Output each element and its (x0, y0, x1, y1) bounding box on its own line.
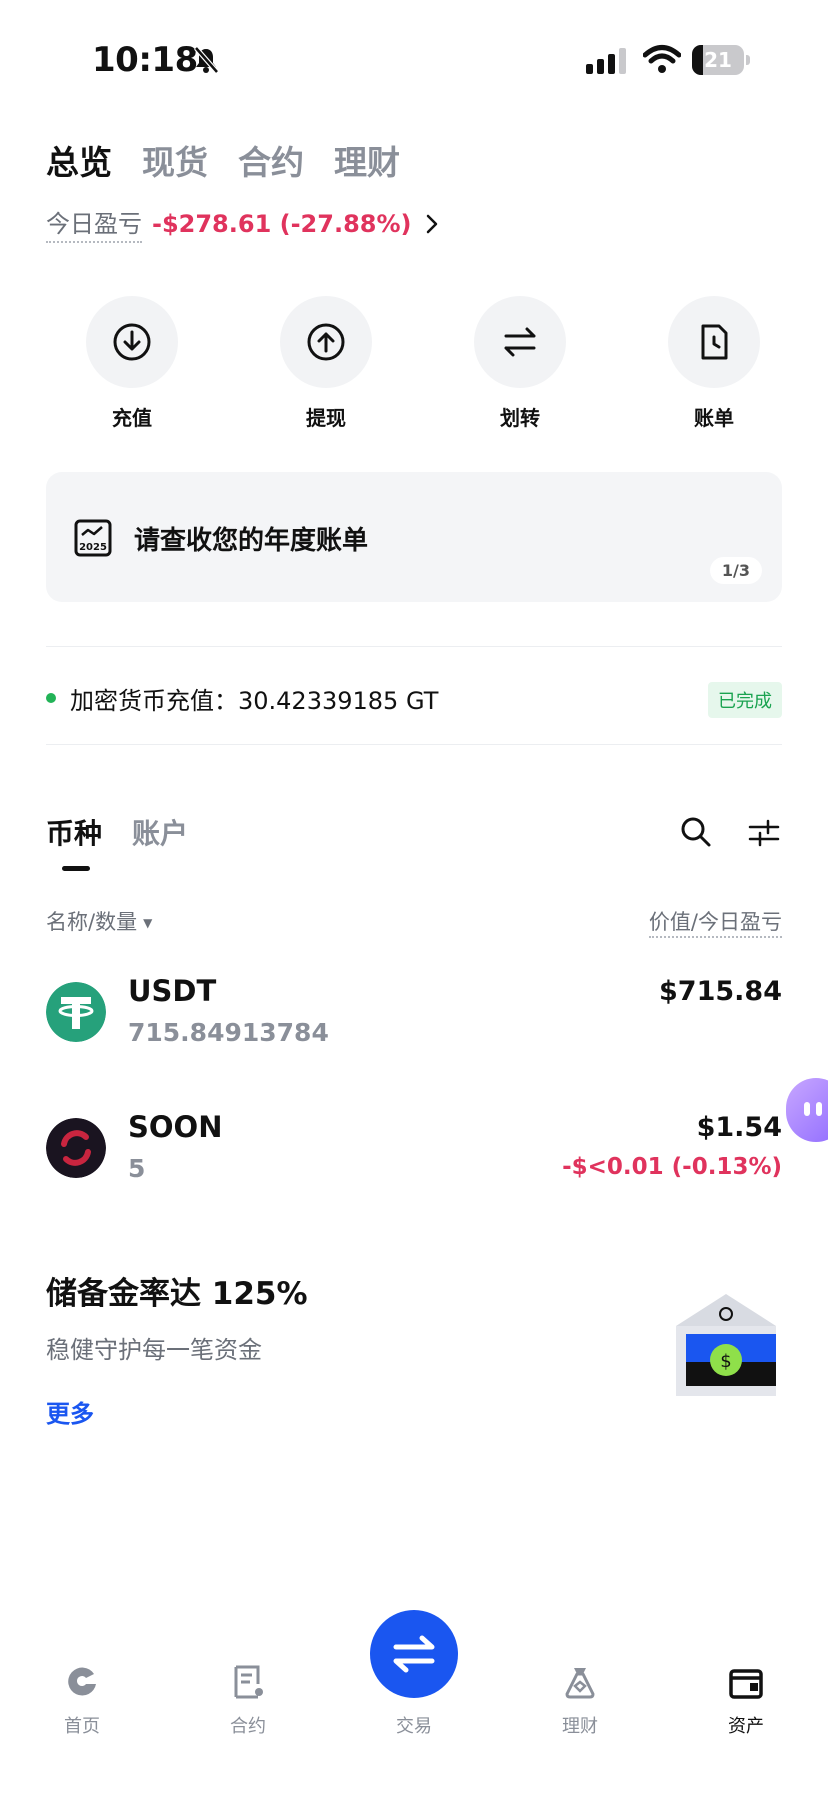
deposit-notice-text: 加密货币充值：30.42339185 GT (70, 686, 439, 715)
deposit-icon (113, 323, 151, 361)
bell-off-icon (194, 46, 219, 74)
banner-pager: 1/3 (709, 557, 762, 584)
today-pnl-label[interactable]: 今日盈亏 (46, 204, 142, 243)
annual-report-icon: 2025 (74, 519, 112, 557)
transfer-icon-circle[interactable] (474, 296, 566, 388)
wallet-icon (729, 1669, 763, 1699)
coin-quantity: 715.84913784 (128, 1018, 329, 1047)
status-dot (46, 693, 56, 703)
nav-home[interactable]: 首页 (32, 1664, 132, 1738)
divider (46, 744, 782, 745)
coin-name: USDT (128, 974, 217, 1008)
battery-body: 21 (692, 45, 744, 75)
trade-button[interactable] (370, 1610, 458, 1698)
earn-icon (565, 1668, 595, 1699)
tab-currency[interactable]: 币种 (46, 812, 102, 871)
nav-assets[interactable]: 资产 (696, 1664, 796, 1738)
sort-by-name[interactable]: 名称/数量 ▼ (46, 906, 152, 936)
coin-pnl: -$<0.01 (-0.13%) (562, 1154, 782, 1180)
futures-icon (234, 1665, 263, 1699)
nav-home-label: 首页 (64, 1716, 100, 1737)
tab-earn[interactable]: 理财 (334, 136, 400, 184)
sort-caret-icon: ▼ (143, 916, 153, 930)
status-badge: 已完成 (708, 682, 782, 718)
list-item[interactable]: SOON 5 $1.54 -$<0.01 (-0.13%) (46, 1110, 782, 1210)
bill-button[interactable]: 账单 (664, 296, 764, 431)
bubble-eye-left (804, 1102, 810, 1116)
bubble-eye-right (816, 1102, 822, 1116)
search-icon[interactable] (680, 816, 712, 848)
nav-futures-label: 合约 (230, 1716, 266, 1737)
coin-value: $1.54 (696, 1112, 782, 1143)
soon-logo-icon (46, 1118, 106, 1178)
transfer-icon (504, 327, 536, 357)
reserve-title: 储备金率达 125% (46, 1276, 308, 1312)
withdraw-icon-circle[interactable] (280, 296, 372, 388)
tab-futures[interactable]: 合约 (238, 136, 304, 184)
withdraw-label: 提现 (306, 406, 346, 430)
value-pnl-header[interactable]: 价值/今日盈亏 (648, 906, 782, 938)
status-bar: 10:18 21 (0, 0, 828, 120)
reserve-subtitle: 稳健守护每一笔资金 (46, 1336, 262, 1364)
tab-overview[interactable]: 总览 (46, 136, 112, 184)
annual-bill-text: 请查收您的年度账单 (134, 526, 369, 556)
battery-indicator: 21 (692, 45, 750, 75)
cellular-signal-icon (586, 48, 626, 74)
assistant-bubble[interactable] (786, 1078, 828, 1142)
deposit-button[interactable]: 充值 (82, 296, 182, 431)
usdt-logo-icon (46, 982, 106, 1042)
chevron-right-icon[interactable] (426, 214, 438, 234)
annual-report-year: 2025 (79, 542, 107, 553)
today-pnl-value: -$278.61 (-27.88%) (152, 209, 412, 238)
tab-spot[interactable]: 现货 (142, 136, 208, 184)
name-quantity-header: 名称/数量 (46, 910, 138, 934)
divider (46, 646, 782, 647)
status-time: 10:18 (92, 40, 198, 80)
transfer-button[interactable]: 划转 (470, 296, 570, 431)
annual-bill-banner[interactable]: 2025 请查收您的年度账单 1/3 (46, 472, 782, 602)
nav-assets-label: 资产 (728, 1716, 764, 1737)
deposit-icon-circle[interactable] (86, 296, 178, 388)
list-item[interactable]: USDT 715.84913784 $715.84 (46, 974, 782, 1074)
coin-value: $715.84 (659, 976, 782, 1007)
coin-name: SOON (128, 1110, 223, 1144)
bill-icon (701, 324, 728, 360)
filter-icon[interactable] (748, 818, 780, 848)
bill-icon-circle[interactable] (668, 296, 760, 388)
nav-trade-label: 交易 (396, 1716, 432, 1737)
top-tabs: 总览 现货 合约 理财 (46, 136, 400, 184)
bill-label: 账单 (694, 406, 734, 430)
battery-percent: 21 (704, 48, 732, 72)
home-icon (68, 1667, 96, 1696)
svg-text:$: $ (720, 1351, 731, 1372)
tab-account[interactable]: 账户 (132, 812, 188, 852)
asset-tabs: 币种 账户 (46, 812, 188, 871)
quick-actions: 充值 提现 划转 账单 (40, 296, 788, 431)
coin-quantity: 5 (128, 1154, 146, 1183)
deposit-label: 充值 (112, 406, 152, 430)
transfer-label: 划转 (500, 406, 540, 430)
today-pnl-row[interactable]: 今日盈亏 -$278.61 (-27.88%) (46, 204, 438, 243)
nav-futures[interactable]: 合约 (198, 1664, 298, 1738)
battery-tip (746, 55, 750, 65)
nav-earn-label: 理财 (562, 1716, 598, 1737)
deposit-notice[interactable]: 加密货币充值：30.42339185 GT 已完成 (46, 678, 782, 718)
nav-earn[interactable]: 理财 (530, 1664, 630, 1738)
vault-illustration-icon: $ (676, 1294, 776, 1396)
withdraw-button[interactable]: 提现 (276, 296, 376, 431)
reserve-more-link[interactable]: 更多 (46, 1394, 94, 1429)
trade-icon (393, 1635, 435, 1673)
withdraw-icon (307, 323, 345, 361)
wifi-icon (643, 45, 681, 73)
